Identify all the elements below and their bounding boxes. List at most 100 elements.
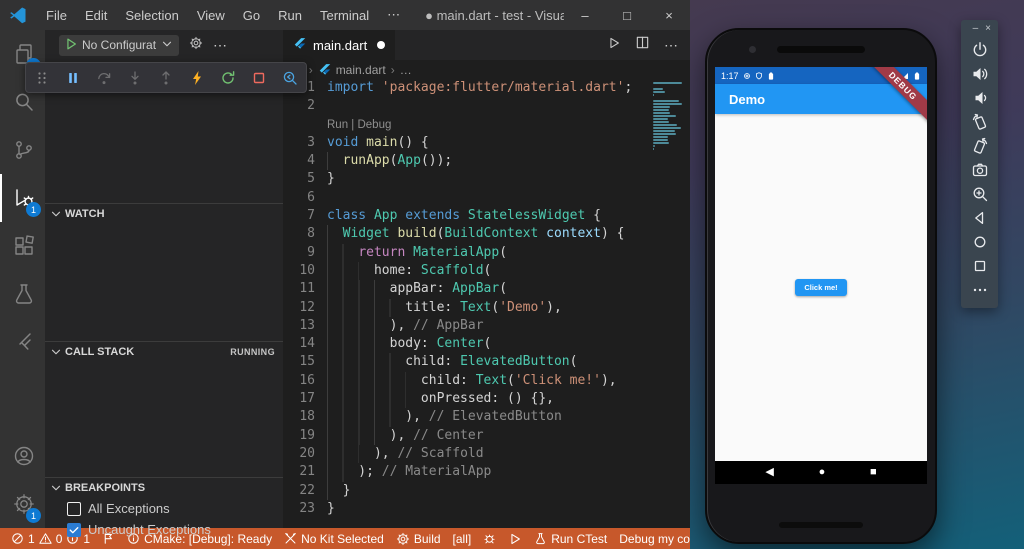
section-header[interactable]: BREAKPOINTS bbox=[45, 477, 283, 498]
activity-test-icon[interactable] bbox=[0, 270, 45, 318]
token-cls: Text bbox=[460, 300, 491, 315]
unsaved-dot-icon[interactable] bbox=[377, 41, 385, 49]
inspector-button[interactable] bbox=[281, 69, 299, 87]
debug-config-dropdown[interactable]: No Configurat bbox=[59, 35, 179, 56]
indent-guides bbox=[327, 225, 328, 243]
emulator-zoom-button[interactable] bbox=[961, 182, 998, 206]
code-line-4: 4 runApp(App()); bbox=[283, 152, 690, 170]
click-me-button[interactable]: Click me! bbox=[795, 279, 846, 296]
chevron-down-icon bbox=[160, 37, 174, 54]
emulator-camera-button[interactable] bbox=[961, 158, 998, 182]
menu-run[interactable]: Run bbox=[269, 0, 311, 30]
hot-reload-icon bbox=[189, 70, 205, 86]
badge: 1 bbox=[26, 508, 41, 523]
stop-button[interactable] bbox=[250, 69, 268, 87]
android-back-button[interactable]: ◀ bbox=[765, 467, 773, 478]
activity-extensions-icon[interactable] bbox=[0, 222, 45, 270]
statusbar-build-target[interactable]: [all] bbox=[448, 528, 477, 549]
hot-reload-button[interactable] bbox=[188, 69, 206, 87]
phone-shield-icon bbox=[755, 72, 763, 80]
tab-main-dart[interactable]: main.dart bbox=[283, 30, 396, 60]
pause-button[interactable] bbox=[64, 69, 82, 87]
phone-speaker-grille bbox=[779, 522, 863, 528]
indent-guides bbox=[327, 445, 359, 463]
code-editor[interactable]: 1import 'package:flutter/material.dart';… bbox=[283, 79, 690, 528]
pause-icon bbox=[65, 70, 81, 86]
statusbar-debug-config[interactable]: Debug my co bbox=[614, 528, 690, 549]
codelens-run-debug[interactable]: Run | Debug bbox=[283, 116, 690, 134]
token-pl bbox=[405, 245, 413, 260]
emulator-rotate-left-button[interactable] bbox=[961, 110, 998, 134]
breakpoint-row[interactable]: Uncaught Exceptions bbox=[45, 519, 283, 540]
editor-more-actions-icon[interactable]: ⋯ bbox=[664, 37, 678, 54]
minimap[interactable] bbox=[653, 82, 683, 151]
section-header[interactable]: CALL STACKRUNNING bbox=[45, 341, 283, 362]
step-into-icon bbox=[127, 70, 143, 86]
minimap-line bbox=[653, 124, 677, 126]
emulator-back-button[interactable] bbox=[961, 206, 998, 230]
run-file-icon[interactable] bbox=[607, 36, 621, 55]
token-cls: App bbox=[397, 153, 420, 168]
activity-source-control-icon[interactable] bbox=[0, 126, 45, 174]
token-str: 'Click me!' bbox=[515, 373, 601, 388]
activity-flutter-outline-icon[interactable] bbox=[0, 318, 45, 366]
menu-edit[interactable]: Edit bbox=[76, 0, 116, 30]
menu-file[interactable]: File bbox=[37, 0, 76, 30]
emulator-minimize-button[interactable]: – bbox=[973, 24, 979, 34]
statusbar-ctest-run[interactable] bbox=[503, 528, 527, 549]
maximize-button[interactable]: □ bbox=[606, 0, 648, 30]
restart-button[interactable] bbox=[219, 69, 237, 87]
token-pl: ( bbox=[499, 281, 507, 296]
line-number: 19 bbox=[283, 427, 315, 445]
emulator-volume-up-button[interactable] bbox=[961, 62, 998, 86]
line-number: 23 bbox=[283, 500, 315, 518]
phone-screen: 1:17 Demo Click me! ◀ ● bbox=[715, 67, 927, 484]
breadcrumb-item[interactable]: main.dart bbox=[318, 63, 386, 77]
emulator-home-button[interactable] bbox=[961, 230, 998, 254]
menu-selection[interactable]: Selection bbox=[116, 0, 187, 30]
emulator-rotate-right-button[interactable] bbox=[961, 134, 998, 158]
emulator-volume-down-button[interactable] bbox=[961, 86, 998, 110]
split-editor-icon[interactable] bbox=[635, 35, 650, 55]
code-text: } bbox=[327, 170, 335, 188]
minimize-button[interactable]: – bbox=[564, 0, 606, 30]
statusbar-ctest-debug[interactable] bbox=[478, 528, 501, 549]
start-debug-icon[interactable] bbox=[64, 37, 78, 54]
code-line-21: 21 ); // MaterialApp bbox=[283, 463, 690, 481]
breakpoint-row[interactable]: All Exceptions bbox=[45, 498, 283, 519]
menu-view[interactable]: View bbox=[188, 0, 234, 30]
statusbar-build-button[interactable]: Build bbox=[391, 528, 446, 549]
token-kw: class bbox=[327, 208, 366, 223]
emulator-overview-button[interactable] bbox=[961, 254, 998, 278]
statusbar-kit-selection[interactable]: No Kit Selected bbox=[279, 528, 389, 549]
checkbox-unchecked[interactable] bbox=[67, 502, 81, 516]
grip-button[interactable] bbox=[33, 69, 51, 87]
statusbar-run-ctest[interactable]: Run CTest bbox=[529, 528, 612, 549]
overview-icon bbox=[971, 257, 989, 275]
debug-settings-gear-icon[interactable] bbox=[189, 36, 203, 55]
debug-more-actions-icon[interactable]: ⋯ bbox=[213, 37, 227, 54]
code-line-8: 8 Widget build(BuildContext context) { bbox=[283, 225, 690, 243]
android-home-button[interactable]: ● bbox=[819, 467, 826, 478]
code-line-22: 22 } bbox=[283, 482, 690, 500]
app-body: Click me! bbox=[715, 114, 927, 461]
emulator-close-button[interactable]: × bbox=[985, 24, 991, 34]
emulator-more-button[interactable] bbox=[961, 278, 998, 302]
activity-run-debug-icon[interactable]: 1 bbox=[0, 174, 45, 222]
indent-guides bbox=[327, 244, 344, 262]
checkbox-checked[interactable] bbox=[67, 523, 81, 537]
activity-settings-gear-icon[interactable]: 1 bbox=[0, 480, 45, 528]
menu-go[interactable]: Go bbox=[234, 0, 269, 30]
emulator-power-button[interactable] bbox=[961, 38, 998, 62]
menu-terminal[interactable]: Terminal bbox=[311, 0, 378, 30]
section-label: BREAKPOINTS bbox=[65, 482, 145, 494]
breadcrumb-item[interactable]: … bbox=[400, 63, 412, 77]
indent-guides bbox=[327, 299, 391, 317]
android-overview-button[interactable]: ■ bbox=[870, 467, 877, 478]
minimap-line bbox=[653, 91, 665, 93]
close-button[interactable]: × bbox=[648, 0, 690, 30]
menu-[interactable]: ⋯ bbox=[378, 0, 409, 30]
phone-signal-icon bbox=[901, 72, 909, 80]
activity-account-icon[interactable] bbox=[0, 432, 45, 480]
section-header[interactable]: WATCH bbox=[45, 203, 283, 224]
